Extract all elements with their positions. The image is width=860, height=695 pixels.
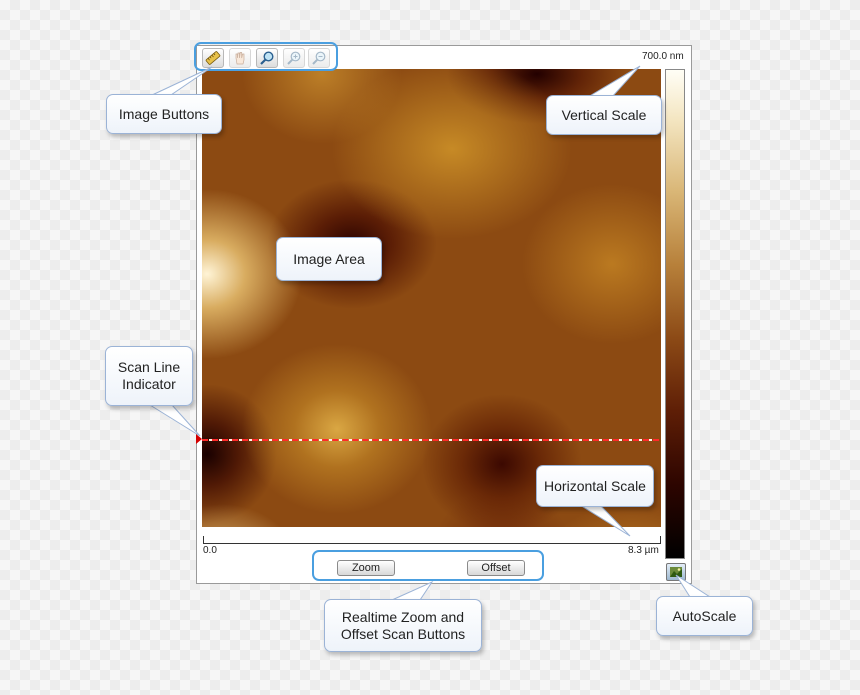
scan-line-marker <box>196 434 202 444</box>
image-area[interactable] <box>202 69 661 527</box>
horizontal-scale-bar <box>203 536 661 544</box>
scan-line-indicator <box>202 439 659 441</box>
callout-image-buttons: Image Buttons <box>106 94 222 134</box>
callout-realtime-scan-buttons: Realtime Zoom and Offset Scan Buttons <box>324 599 482 652</box>
callout-vertical-scale: Vertical Scale <box>546 95 662 135</box>
callout-realtime-text-1: Realtime Zoom and <box>341 608 465 625</box>
callout-scan-line-indicator: Scan Line Indicator <box>105 346 193 406</box>
image-buttons-highlight <box>194 42 338 71</box>
pointer-scan-buttons <box>391 580 434 601</box>
callout-scan-line-text-2: Indicator <box>122 376 176 392</box>
callout-realtime-text-2: Offset Scan Buttons <box>340 625 466 642</box>
autoscale-icon <box>670 567 682 577</box>
callout-horizontal-scale: Horizontal Scale <box>536 465 654 507</box>
callout-scan-line-text-1: Scan Line <box>117 359 181 375</box>
horizontal-scale-max: 8.3 µm <box>628 545 659 556</box>
autoscale-button[interactable] <box>666 563 686 581</box>
callout-image-area: Image Area <box>276 237 382 281</box>
horizontal-scale-min: 0.0 <box>203 545 217 556</box>
callout-autoscale: AutoScale <box>656 596 753 636</box>
vertical-scale-max: 700.0 nm <box>642 51 684 62</box>
pointer-scan-line <box>148 404 201 437</box>
vertical-color-scale <box>665 69 685 559</box>
scan-buttons-highlight <box>312 550 544 581</box>
